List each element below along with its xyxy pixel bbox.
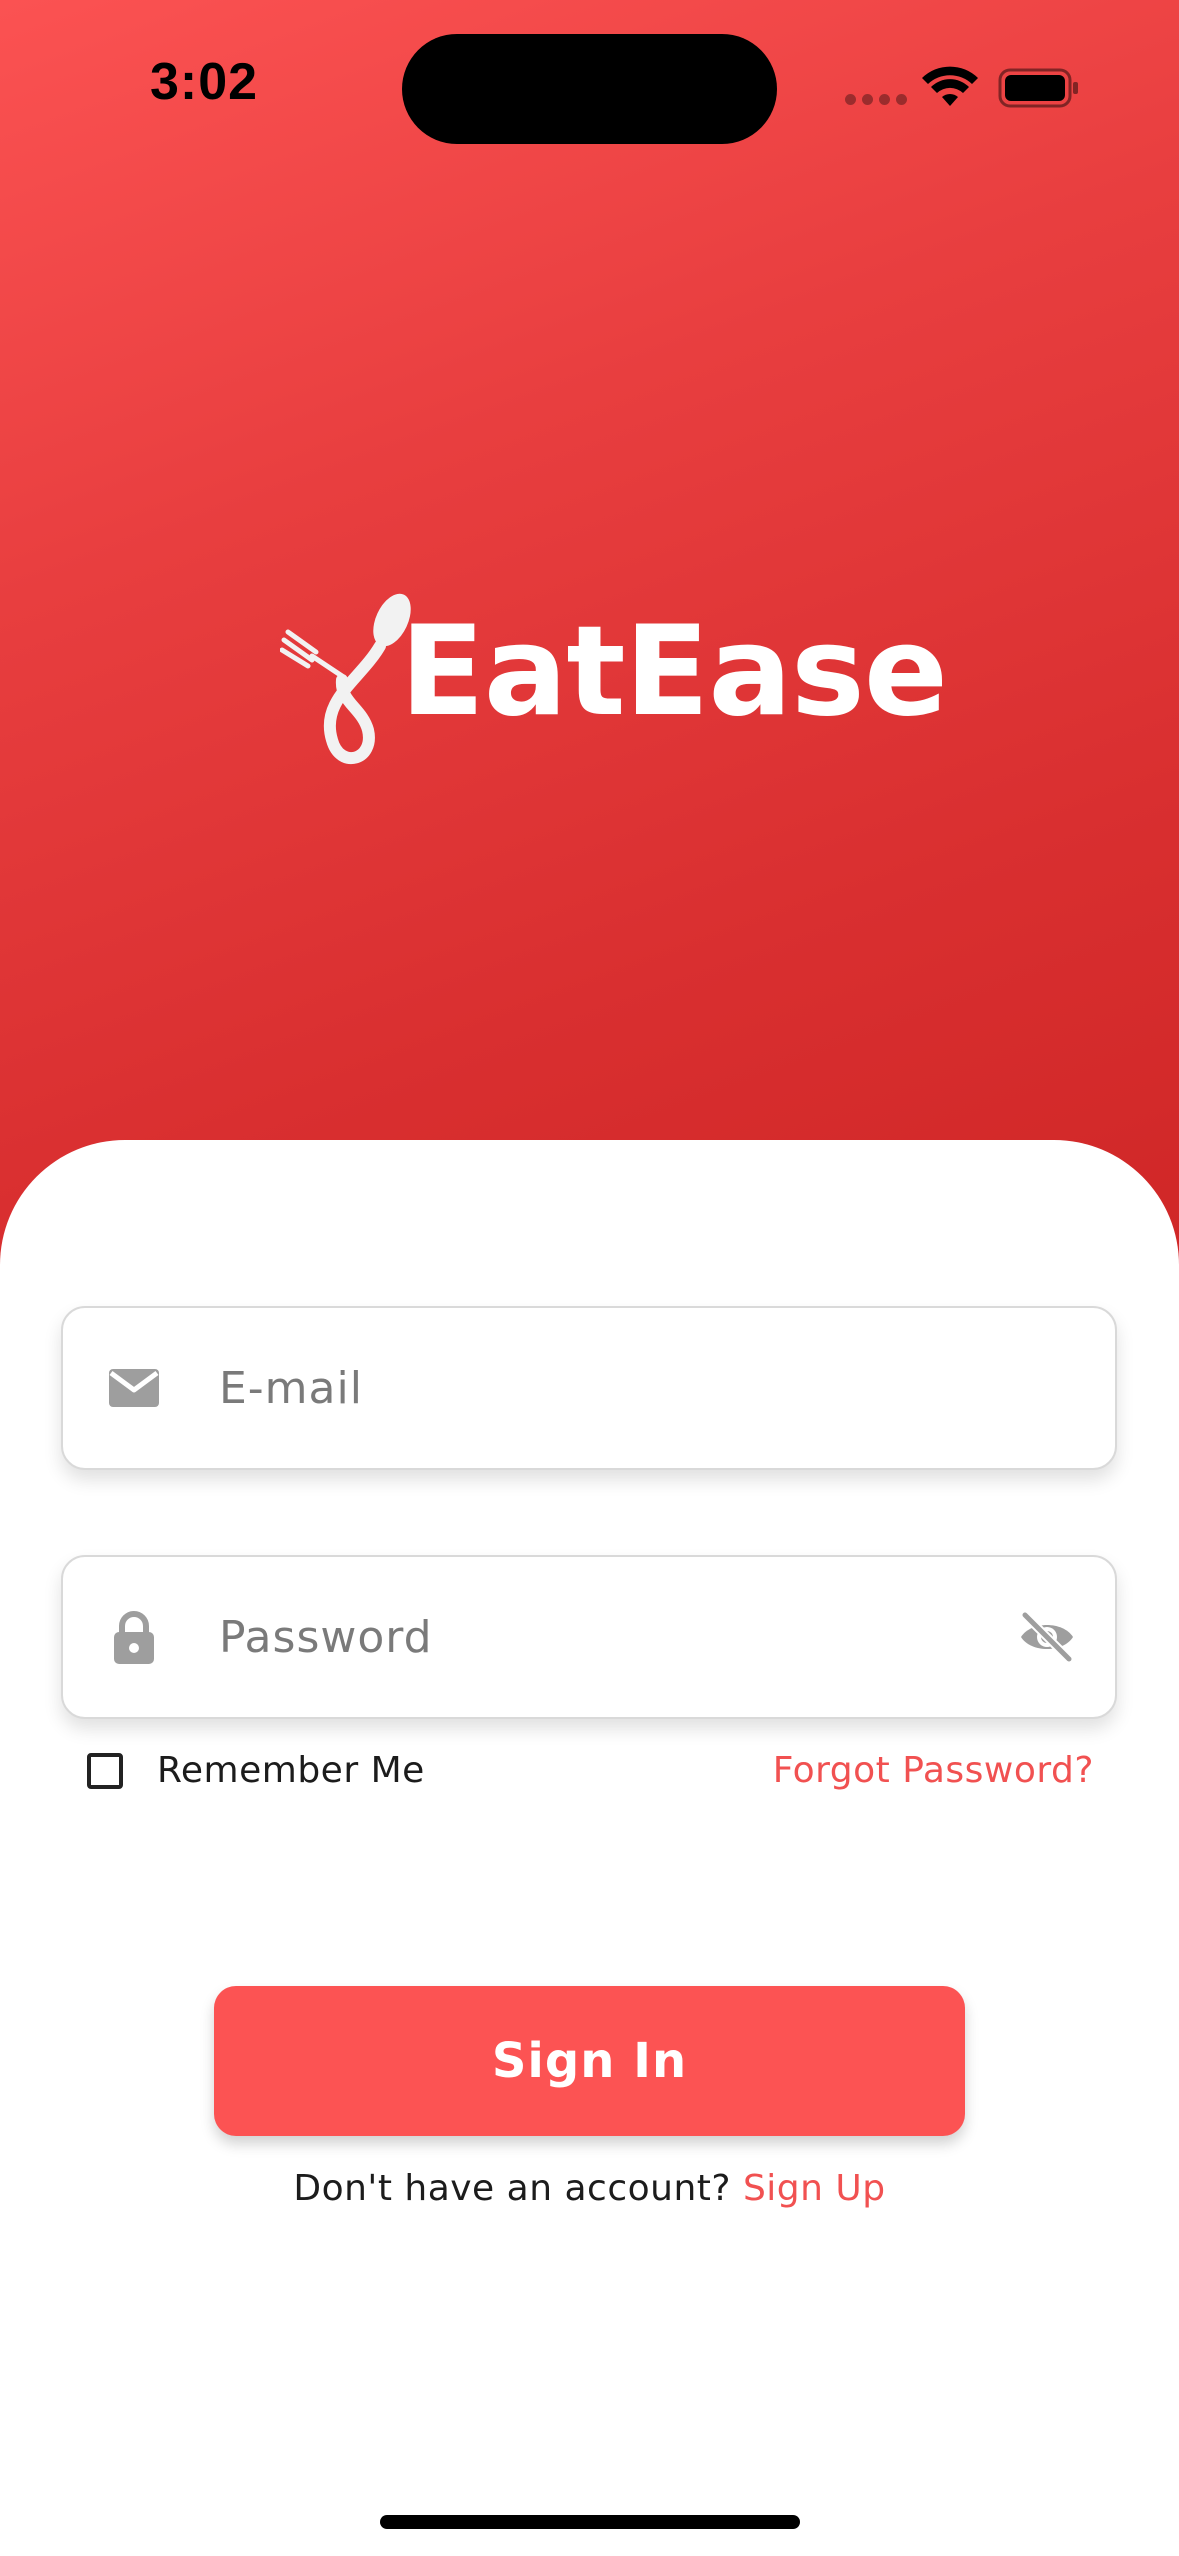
- hero-banner: 3:02 EatEase: [0, 0, 1179, 1300]
- wifi-icon: [922, 66, 978, 106]
- status-time: 3:02: [150, 53, 259, 111]
- signup-prompt: Don't have an account?: [293, 2168, 743, 2209]
- password-field-container[interactable]: [61, 1555, 1117, 1719]
- home-indicator[interactable]: [380, 2515, 800, 2529]
- cellular-signal-icon: [845, 94, 907, 105]
- email-input[interactable]: [219, 1308, 1019, 1468]
- mail-icon: [109, 1369, 159, 1407]
- sign-up-link[interactable]: Sign Up: [743, 2168, 886, 2209]
- email-field-container[interactable]: [61, 1306, 1117, 1470]
- dynamic-island: [402, 34, 777, 144]
- login-screen: 3:02 EatEase E-mail Remember Me Forgot P…: [0, 0, 1179, 2556]
- password-input[interactable]: [219, 1557, 1019, 1717]
- remember-me-checkbox[interactable]: [87, 1753, 123, 1789]
- sign-in-button[interactable]: Sign In: [214, 1986, 965, 2136]
- brand-name: EatEase: [400, 600, 948, 744]
- forgot-password-link[interactable]: Forgot Password?: [773, 1750, 1094, 1791]
- remember-me-label[interactable]: Remember Me: [157, 1750, 425, 1791]
- sign-in-label: Sign In: [491, 2033, 688, 2089]
- signup-row: Don't have an account? Sign Up: [0, 2168, 1179, 2209]
- eye-off-icon[interactable]: [1017, 1607, 1077, 1667]
- app-logo: EatEase: [280, 590, 948, 780]
- lock-icon: [114, 1611, 154, 1664]
- battery-icon: [998, 68, 1078, 108]
